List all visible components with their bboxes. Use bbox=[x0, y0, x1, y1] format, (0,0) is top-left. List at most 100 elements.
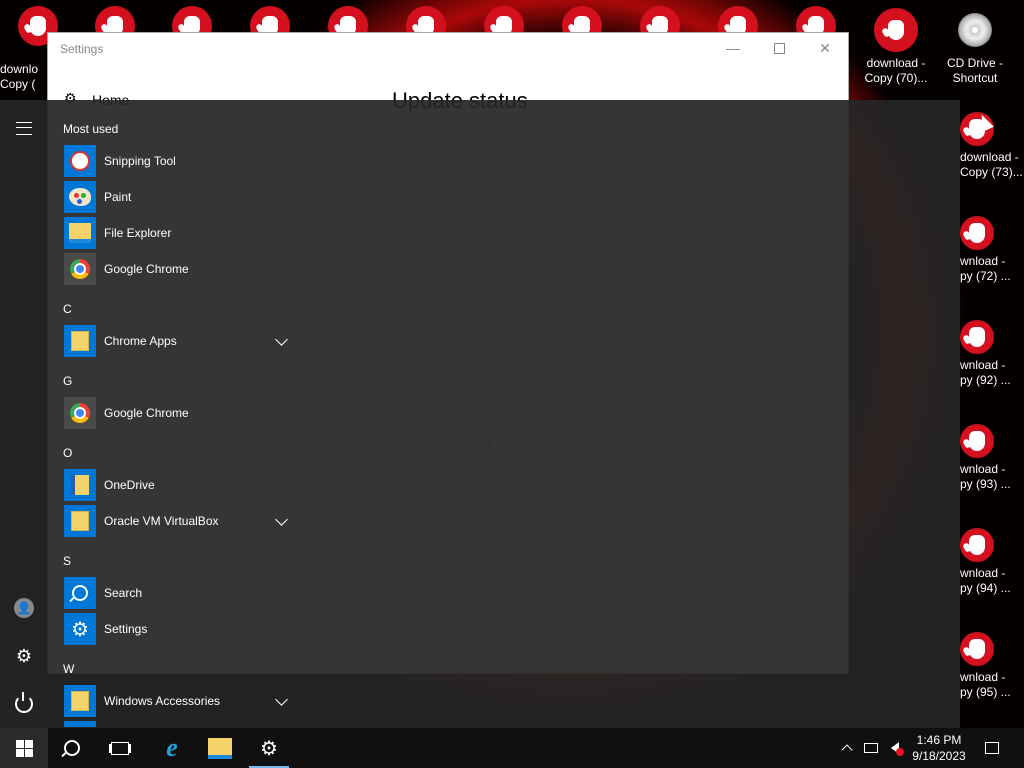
network-button[interactable] bbox=[862, 728, 880, 768]
desktop-icon-label: wnload - py (94) ... bbox=[960, 566, 1011, 595]
internet-explorer-icon: e bbox=[166, 733, 178, 762]
snipping-tool-icon bbox=[64, 145, 96, 177]
desktop-icon-download-copy-93[interactable]: wnload - py (93) ... bbox=[960, 424, 1024, 492]
desktop-icon-cd-drive-shortcut[interactable]: CD Drive - Shortcut bbox=[935, 8, 1015, 86]
hand-icon bbox=[960, 320, 994, 354]
app-windows-accessories[interactable]: Windows Accessories bbox=[64, 685, 296, 717]
start-button[interactable] bbox=[0, 728, 48, 768]
gear-icon: ⚙ bbox=[15, 645, 33, 666]
hamburger-icon bbox=[16, 121, 32, 135]
app-google-chrome[interactable]: Google Chrome bbox=[64, 253, 296, 285]
minimize-button[interactable]: — bbox=[710, 33, 756, 63]
task-view-icon bbox=[111, 741, 129, 755]
group-letter-c[interactable]: C bbox=[63, 302, 72, 316]
app-onedrive[interactable]: OneDrive bbox=[64, 469, 296, 501]
search-icon bbox=[64, 740, 80, 756]
hand-icon bbox=[874, 8, 918, 52]
show-hidden-icons-button[interactable] bbox=[838, 728, 856, 768]
windows-logo-icon bbox=[15, 739, 33, 757]
power-button[interactable] bbox=[0, 684, 48, 724]
app-search[interactable]: Search bbox=[64, 577, 296, 609]
app-label: Paint bbox=[104, 190, 132, 204]
file-explorer-icon bbox=[64, 217, 96, 249]
app-label: Snipping Tool bbox=[104, 154, 176, 168]
app-oracle-vm-virtualbox[interactable]: Oracle VM VirtualBox bbox=[64, 505, 296, 537]
clock-time: 1:46 PM bbox=[916, 733, 962, 747]
taskbar-internet-explorer[interactable]: e bbox=[148, 728, 196, 768]
folder-icon bbox=[64, 325, 96, 357]
desktop-icon-label: wnload - py (93) ... bbox=[960, 462, 1011, 491]
clock[interactable]: 1:46 PM 9/18/2023 bbox=[906, 732, 972, 764]
group-letter-o[interactable]: O bbox=[63, 446, 72, 460]
close-icon: ✕ bbox=[819, 39, 831, 56]
taskbar-search-button[interactable] bbox=[48, 728, 96, 768]
notification-icon bbox=[985, 742, 999, 754]
clock-date: 9/18/2023 bbox=[912, 749, 966, 763]
hand-icon bbox=[960, 424, 994, 458]
user-account-button[interactable]: 👤 bbox=[0, 588, 48, 628]
group-letter-w[interactable]: W bbox=[63, 662, 74, 676]
group-letter-g[interactable]: G bbox=[63, 374, 72, 388]
power-icon bbox=[15, 692, 33, 713]
most-used-heading: Most used bbox=[63, 122, 119, 136]
desktop-icon-label: wnload - py (92) ... bbox=[960, 358, 1011, 387]
app-label: Chrome Apps bbox=[104, 334, 177, 348]
hand-icon bbox=[960, 528, 994, 562]
app-label: Search bbox=[104, 586, 143, 600]
minimize-icon: — bbox=[726, 40, 740, 56]
cd-drive-icon bbox=[953, 8, 997, 52]
app-tile-icon bbox=[64, 721, 96, 727]
start-menu: 👤 ⚙ Most used Snipping Tool Paint File E… bbox=[0, 100, 960, 728]
chevron-up-icon bbox=[841, 744, 853, 756]
start-rail: 👤 ⚙ bbox=[0, 100, 48, 728]
app-label: OneDrive bbox=[104, 478, 155, 492]
settings-rail-button[interactable]: ⚙ bbox=[0, 636, 48, 676]
app-label: Settings bbox=[104, 622, 148, 636]
app-chrome-apps[interactable]: Chrome Apps bbox=[64, 325, 296, 357]
app-file-explorer[interactable]: File Explorer bbox=[64, 217, 296, 249]
search-icon bbox=[64, 577, 96, 609]
taskbar-file-explorer[interactable] bbox=[196, 728, 244, 768]
gear-icon: ⚙ bbox=[260, 737, 278, 760]
app-label: Oracle VM VirtualBox bbox=[104, 514, 219, 528]
app-settings[interactable]: ⚙ Settings bbox=[64, 613, 296, 645]
chevron-down-icon[interactable] bbox=[275, 512, 288, 526]
chevron-down-icon[interactable] bbox=[275, 332, 288, 346]
desktop-icon-label: wnload - py (72) ... bbox=[960, 254, 1011, 283]
gear-icon: ⚙ bbox=[64, 613, 96, 645]
desktop-icon-label: download - Copy (73)... bbox=[960, 150, 1023, 179]
desktop-icon-download-copy-94[interactable]: wnload - py (94) ... bbox=[960, 528, 1024, 596]
action-center-button[interactable] bbox=[972, 728, 1012, 768]
desktop-icon-download-copy-72[interactable]: wnload - py (72) ... bbox=[960, 216, 1024, 284]
hand-icon bbox=[960, 216, 994, 250]
desktop-icon-label: download - Copy (70)... bbox=[864, 56, 928, 85]
app-label: Google Chrome bbox=[104, 262, 189, 276]
desktop-icon-download-copy-92[interactable]: wnload - py (92) ... bbox=[960, 320, 1024, 388]
app-snipping-tool[interactable]: Snipping Tool bbox=[64, 145, 296, 177]
close-button[interactable]: ✕ bbox=[802, 33, 848, 63]
taskbar-settings[interactable]: ⚙ bbox=[245, 728, 293, 768]
app-label: Windows Accessories bbox=[104, 694, 221, 708]
desktop-icon-label: CD Drive - Shortcut bbox=[947, 56, 1003, 85]
desktop-icon-download-copy-70[interactable]: download - Copy (70)... bbox=[856, 8, 936, 86]
app-google-chrome[interactable]: Google Chrome bbox=[64, 397, 296, 429]
app-list-partial-item[interactable] bbox=[64, 721, 296, 727]
folder-icon bbox=[64, 505, 96, 537]
desktop-icon-label: wnload - py (95) ... bbox=[960, 670, 1011, 699]
group-letter-s[interactable]: S bbox=[63, 554, 71, 568]
mute-badge-icon bbox=[896, 748, 904, 756]
task-view-button[interactable] bbox=[96, 728, 144, 768]
window-title: Settings bbox=[60, 42, 104, 56]
expand-button[interactable] bbox=[0, 108, 48, 148]
user-icon: 👤 bbox=[14, 598, 34, 618]
chrome-icon bbox=[64, 397, 96, 429]
folder-icon bbox=[64, 685, 96, 717]
app-paint[interactable]: Paint bbox=[64, 181, 296, 213]
chevron-down-icon[interactable] bbox=[275, 692, 288, 706]
taskbar: e ⚙ 1:46 PM 9/18/2023 bbox=[0, 728, 1024, 768]
maximize-icon bbox=[773, 42, 785, 54]
app-label: File Explorer bbox=[104, 226, 172, 240]
maximize-button[interactable] bbox=[756, 33, 802, 63]
onedrive-icon bbox=[64, 469, 96, 501]
desktop-icon-download-copy-95[interactable]: wnload - py (95) ... bbox=[960, 632, 1024, 700]
